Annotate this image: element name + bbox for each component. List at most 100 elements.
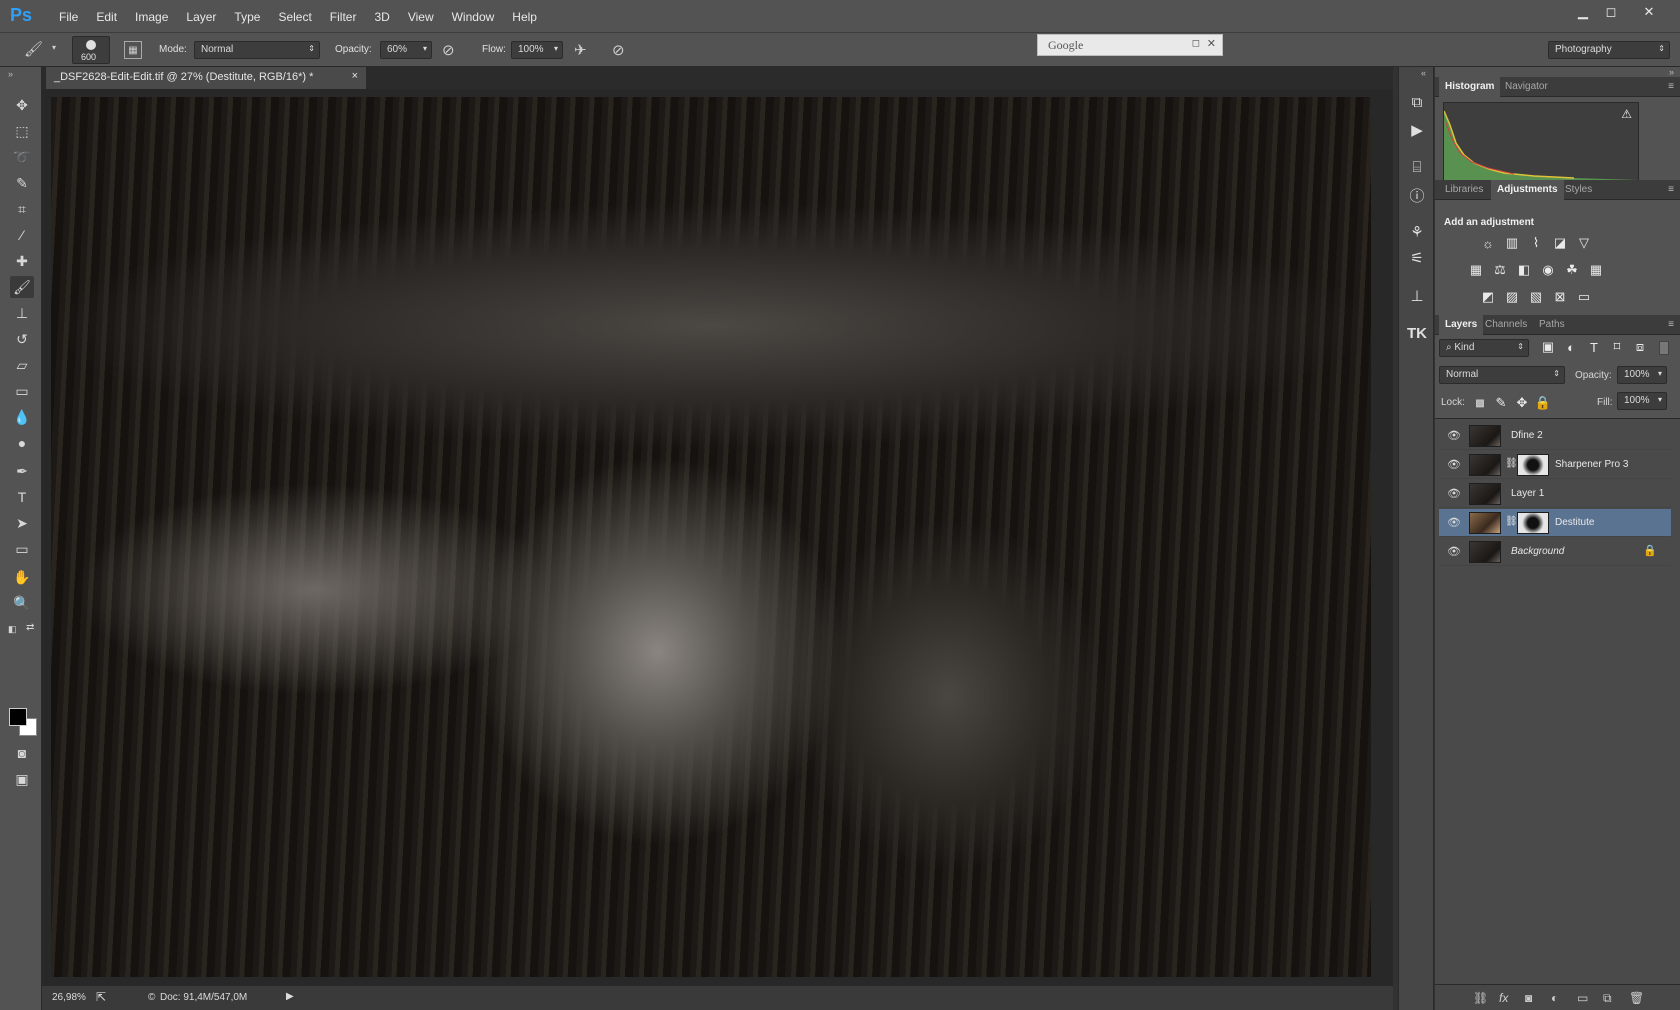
pen-tool-icon[interactable]: ✒ [10, 460, 34, 482]
lock-all-icon[interactable]: 🔒 [1534, 395, 1552, 411]
eyedropper-tool-icon[interactable]: ⁄ [10, 224, 34, 246]
quick-mask-icon[interactable]: ◙ [10, 742, 34, 764]
new-adjustment-layer-icon[interactable]: ◐ [1551, 991, 1558, 1005]
menu-view[interactable]: View [399, 10, 443, 24]
blend-mode-select[interactable]: Normal ⇕ [1439, 366, 1565, 384]
info-panel-icon[interactable]: ⓘ [1405, 184, 1429, 206]
new-layer-icon[interactable]: ⧉ [1603, 991, 1612, 1006]
layer-row-selected[interactable]: 👁 ⛓ Destitute [1439, 509, 1671, 537]
lock-position-icon[interactable]: ✥ [1513, 395, 1531, 411]
menu-edit[interactable]: Edit [87, 10, 126, 24]
collapse-toolbox-icon[interactable]: » [8, 69, 13, 79]
panel-menu-icon[interactable]: ≡ [1668, 184, 1674, 195]
filter-pixel-icon[interactable]: ▣ [1539, 339, 1557, 355]
brush-panel-toggle-icon[interactable]: ▦ [124, 41, 142, 59]
channel-mixer-icon[interactable]: ☘ [1563, 262, 1581, 278]
quick-selection-tool-icon[interactable]: ✎ [10, 172, 34, 194]
menu-select[interactable]: Select [269, 10, 320, 24]
clone-source-panel-icon[interactable]: ⊥ [1405, 285, 1429, 307]
layer-filter-select[interactable]: ⌕ Kind ⇕ [1439, 339, 1529, 357]
history-panel-icon[interactable]: ⧉ [1405, 91, 1429, 113]
filter-shape-icon[interactable]: ⌑ [1608, 339, 1626, 355]
invert-icon[interactable]: ◩ [1479, 289, 1497, 305]
exposure-icon[interactable]: ◪ [1551, 235, 1569, 251]
filter-toggle-switch[interactable] [1659, 341, 1669, 355]
zoom-level[interactable]: 26,98% [52, 992, 86, 1003]
minimize-button[interactable]: ▁ [1572, 3, 1594, 21]
eraser-tool-icon[interactable]: ▱ [10, 354, 34, 376]
clone-stamp-tool-icon[interactable]: ⊥ [10, 302, 34, 324]
visibility-eye-icon[interactable]: 👁 [1447, 487, 1461, 500]
brush-tool-icon[interactable]: 🖌 [24, 40, 43, 58]
brush-tool-icon[interactable]: 🖌 [10, 276, 34, 298]
status-menu-arrow-icon[interactable]: ▶ [286, 991, 294, 1002]
layer-name[interactable]: Sharpener Pro 3 [1555, 459, 1628, 470]
warning-icon[interactable]: ⚠ [1621, 107, 1632, 121]
panel-menu-icon[interactable]: ≡ [1668, 81, 1674, 92]
screen-mode-icon[interactable]: ▣ [10, 768, 34, 790]
share-icon[interactable]: ⇱ [96, 990, 106, 1004]
panel-menu-icon[interactable]: ≡ [1668, 319, 1674, 330]
mode-select[interactable]: Normal ⇕ [194, 41, 320, 59]
tab-libraries[interactable]: Libraries [1439, 180, 1489, 200]
layer-row[interactable]: 👁 ⛓ Sharpener Pro 3 [1439, 451, 1671, 479]
brush-preset-picker[interactable]: 600 [72, 36, 110, 64]
new-group-icon[interactable]: ▭ [1577, 991, 1588, 1005]
brightness-contrast-icon[interactable]: ☼ [1479, 235, 1497, 251]
menu-3d[interactable]: 3D [365, 10, 398, 24]
brush-settings-panel-icon[interactable]: ⚟ [1405, 247, 1429, 269]
filter-adjustment-icon[interactable]: ◐ [1562, 339, 1580, 355]
dodge-tool-icon[interactable]: ● [10, 432, 34, 454]
history-brush-tool-icon[interactable]: ↺ [10, 328, 34, 350]
collapse-dock-icon[interactable]: » [1669, 67, 1674, 77]
fill-input[interactable]: 100% ▾ [1617, 392, 1667, 410]
layer-mask-thumbnail[interactable] [1517, 454, 1549, 476]
layer-mask-thumbnail[interactable] [1517, 512, 1549, 534]
visibility-eye-icon[interactable]: 👁 [1447, 458, 1461, 471]
healing-brush-tool-icon[interactable]: ✚ [10, 250, 34, 272]
layer-style-icon[interactable]: fx [1499, 991, 1508, 1005]
collapse-panels-icon[interactable]: « [1421, 68, 1426, 78]
menu-image[interactable]: Image [126, 10, 177, 24]
tool-preset-dropdown-icon[interactable]: ▾ [52, 43, 56, 52]
tab-navigator[interactable]: Navigator [1499, 77, 1554, 97]
vibrance-icon[interactable]: ▽ [1575, 235, 1593, 251]
menu-layer[interactable]: Layer [177, 10, 225, 24]
crop-tool-icon[interactable]: ⌗ [10, 198, 34, 220]
tab-styles[interactable]: Styles [1559, 180, 1598, 200]
brush-presets-panel-icon[interactable]: ⚘ [1405, 221, 1429, 243]
layer-name[interactable]: Dfine 2 [1511, 430, 1543, 441]
blur-tool-icon[interactable]: 💧 [10, 406, 34, 428]
visibility-eye-icon[interactable]: 👁 [1447, 545, 1461, 558]
layer-name[interactable]: Background [1511, 546, 1564, 557]
color-balance-icon[interactable]: ⚖ [1491, 262, 1509, 278]
menu-file[interactable]: File [50, 10, 87, 24]
opacity-input[interactable]: 60% ▾ [380, 41, 432, 59]
default-colors-icon[interactable]: ◧ [8, 624, 17, 635]
marquee-tool-icon[interactable]: ⬚ [10, 120, 34, 142]
move-tool-icon[interactable]: ✥ [10, 94, 34, 116]
menu-type[interactable]: Type [225, 10, 269, 24]
pressure-opacity-icon[interactable]: ⊘ [442, 41, 455, 59]
tab-adjustments[interactable]: Adjustments [1491, 180, 1564, 200]
airbrush-icon[interactable]: ✈ [574, 41, 587, 59]
tab-layers[interactable]: Layers [1439, 315, 1484, 335]
add-mask-icon[interactable]: ◙ [1525, 991, 1532, 1005]
document-image[interactable] [51, 97, 1371, 977]
filter-type-icon[interactable]: T [1585, 339, 1603, 355]
threshold-icon[interactable]: ▧ [1527, 289, 1545, 305]
lasso-tool-icon[interactable]: ➰ [10, 146, 34, 168]
layer-name[interactable]: Layer 1 [1511, 488, 1544, 499]
link-layers-icon[interactable]: ⛓ [1473, 991, 1488, 1005]
tk-panel-icon[interactable]: TK [1405, 322, 1429, 344]
layer-row[interactable]: 👁 Layer 1 [1439, 480, 1671, 508]
close-icon[interactable]: ✕ [1207, 37, 1216, 50]
path-selection-tool-icon[interactable]: ➤ [10, 512, 34, 534]
canvas-area[interactable] [42, 89, 1393, 986]
workspace-select[interactable]: Photography ⇕ [1548, 41, 1670, 59]
layer-opacity-input[interactable]: 100% ▾ [1617, 366, 1667, 384]
menu-help[interactable]: Help [503, 10, 546, 24]
lock-transparency-icon[interactable]: ▩ [1471, 395, 1489, 411]
close-tab-icon[interactable]: × [352, 70, 358, 82]
maximize-icon[interactable]: ◻ [1192, 38, 1200, 49]
